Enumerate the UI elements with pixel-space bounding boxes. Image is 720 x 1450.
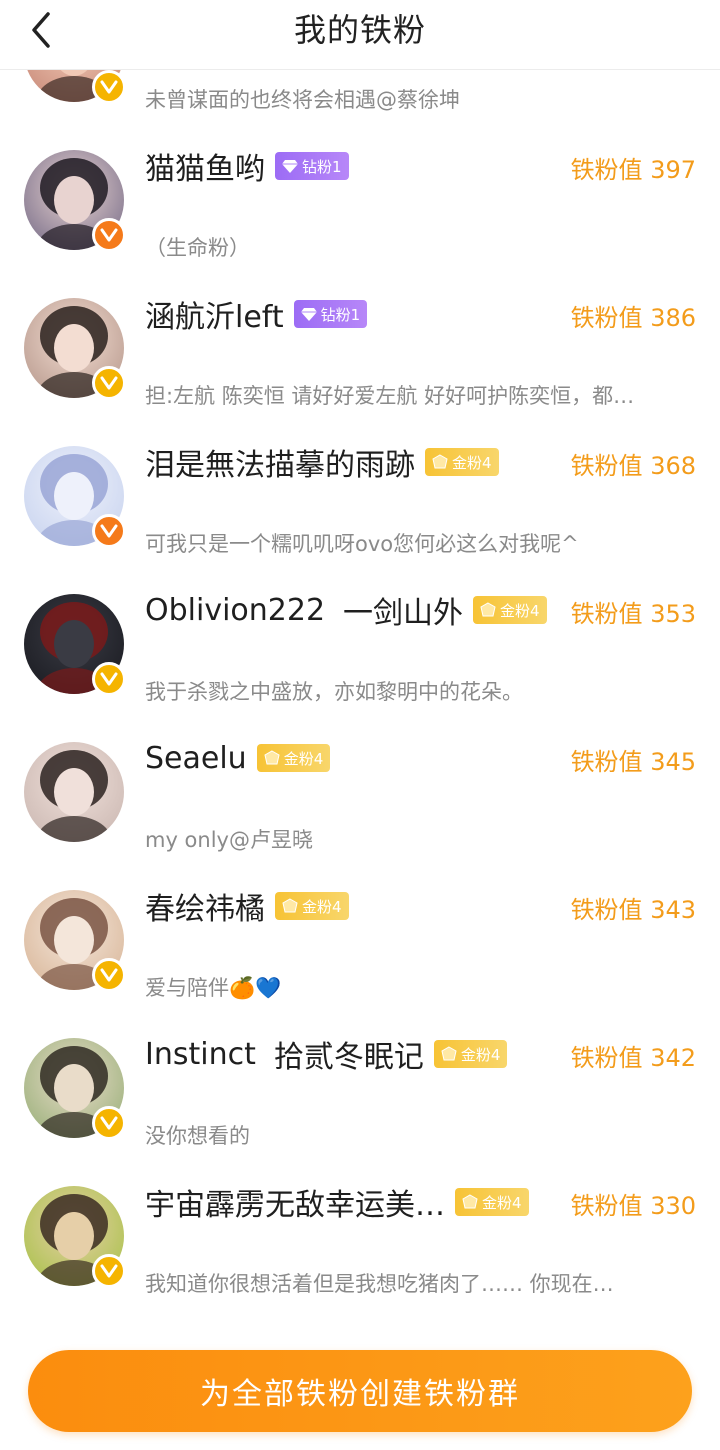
verified-badge (92, 662, 126, 696)
fan-level-label: 钻粉1 (302, 157, 342, 176)
name-line: Seaelu 金粉4 (145, 736, 331, 780)
fan-level-label: 金粉4 (302, 897, 342, 916)
page-title: 我的铁粉 (293, 10, 426, 49)
fan-signature: （生命粉） (145, 236, 250, 260)
crown-gem-icon (282, 898, 298, 913)
avatar[interactable] (24, 1186, 126, 1288)
fan-score: 铁粉值 342 (570, 1044, 696, 1072)
name-line: 涵航沂left 钻粉1 (145, 292, 368, 336)
crown-gem-icon (480, 602, 496, 617)
avatar[interactable] (24, 594, 126, 696)
header-bar: 我的铁粉 (0, 0, 720, 70)
fan-score: 铁粉值 368 (570, 452, 696, 480)
name-line: Oblivion222 一剑山外 金粉4 (145, 588, 547, 632)
fan-score: 铁粉值 330 (570, 1192, 696, 1220)
fan-name[interactable]: Oblivion222 (145, 593, 325, 628)
fan-name-secondary: 拾贰冬眠记 (273, 1040, 424, 1075)
fan-signature: 没你想看的 (145, 1124, 250, 1148)
create-fan-group-button[interactable]: 为全部铁粉创建铁粉群 (28, 1350, 692, 1432)
fan-level-label: 钻粉1 (320, 305, 361, 324)
fan-row[interactable]: 宇宙霹雳无敌幸运美… 金粉4 铁粉值 330 我知道你很想活着但是我想吃猪肉了…… (0, 1170, 720, 1318)
verified-badge (92, 1106, 126, 1140)
fan-score: 铁粉值 345 (570, 748, 696, 776)
fan-row[interactable]: Seaelu 金粉4 铁粉值 345 my only@卢昱晓 (0, 726, 720, 874)
verified-badge (92, 1254, 126, 1288)
verified-badge (92, 958, 126, 992)
verified-badge (92, 70, 126, 104)
diamond-icon (300, 308, 317, 321)
v-check-icon (100, 228, 118, 242)
fan-score: 铁粉值 353 (570, 600, 696, 628)
fan-level-tag: 金粉4 (473, 596, 547, 624)
fan-level-label: 金粉4 (482, 1193, 522, 1212)
fan-row[interactable]: Oblivion222 一剑山外 金粉4 铁粉值 353 我于杀戮之中盛放，亦如… (0, 578, 720, 726)
v-check-icon (100, 1116, 118, 1130)
fan-row[interactable]: Instinct 拾贰冬眠记 金粉4 铁粉值 342 没你想看的 (0, 1022, 720, 1170)
name-line: 宇宙霹雳无敌幸运美… 金粉4 (145, 1180, 529, 1224)
v-check-icon (100, 672, 118, 686)
avatar[interactable] (24, 446, 126, 548)
fan-level-tag: 金粉4 (275, 892, 349, 920)
avatar[interactable] (24, 150, 126, 252)
crown-gem-icon (432, 454, 448, 469)
crown-gem-icon (462, 1194, 478, 1209)
v-check-icon (100, 968, 118, 982)
fan-level-tag: 金粉4 (433, 1040, 508, 1068)
verified-badge (92, 366, 126, 400)
crown-gem-icon (264, 750, 280, 765)
fan-level-tag: 金粉4 (425, 448, 499, 476)
verified-badge (92, 514, 126, 548)
fan-name[interactable]: Instinct (145, 1037, 256, 1072)
fan-signature: 我于杀戮之中盛放，亦如黎明中的花朵。 (145, 680, 523, 704)
name-line: 泪是無法描摹的雨跡 金粉4 (145, 440, 499, 484)
fan-name[interactable]: 涵航沂left (145, 292, 284, 336)
fan-name[interactable]: 春绘祎橘 (145, 884, 265, 928)
name-line: Instinct 拾贰冬眠记 金粉4 (145, 1032, 508, 1076)
v-check-icon (100, 524, 118, 538)
fan-signature: 爱与陪伴🍊💙 (145, 976, 282, 1000)
fan-level-tag: 金粉4 (256, 744, 331, 772)
fan-name-secondary: 一剑山外 (343, 596, 464, 631)
fan-score: 铁粉值 386 (570, 304, 696, 332)
diamond-icon (282, 160, 298, 173)
fan-signature: 担:左航 陈奕恒 请好好爱左航 好好呵护陈奕恒，都… (145, 384, 635, 408)
back-button[interactable] (22, 8, 62, 48)
v-check-icon (100, 1264, 118, 1278)
fan-signature: 可我只是一个糯叽叽呀ovo您何必这么对我呢^ (145, 532, 579, 556)
v-check-icon (100, 80, 118, 94)
fan-level-label: 金粉4 (452, 453, 492, 472)
crown-gem-icon (441, 1046, 457, 1061)
fan-level-label: 金粉4 (283, 749, 324, 768)
fan-score: 铁粉值 397 (570, 156, 696, 184)
avatar[interactable] (24, 298, 126, 400)
fan-level-tag: 钻粉1 (275, 152, 349, 180)
avatar[interactable] (24, 890, 126, 992)
fan-name[interactable]: 泪是無法描摹的雨跡 (145, 440, 415, 484)
fan-name[interactable]: 猫猫鱼哟 (145, 144, 265, 188)
fan-level-label: 金粉4 (460, 1045, 501, 1064)
avatar-frame (24, 742, 124, 842)
chevron-left-icon (32, 12, 50, 48)
name-line: 春绘祎橘 金粉4 (145, 884, 349, 928)
fan-row[interactable]: 涵航沂left 钻粉1 铁粉值 386 担:左航 陈奕恒 请好好爱左航 好好呵护… (0, 282, 720, 430)
avatar[interactable] (24, 1038, 126, 1140)
fan-level-tag: 钻粉1 (293, 300, 368, 328)
fan-name[interactable]: Seaelu (145, 741, 247, 776)
fan-signature: 未曾谋面的也终将会相遇@蔡徐坤 (145, 88, 460, 112)
fan-level-label: 金粉4 (500, 601, 540, 620)
v-check-icon (100, 376, 118, 390)
fan-name[interactable]: 宇宙霹雳无敌幸运美… (145, 1180, 445, 1224)
fan-row[interactable]: 春绘祎橘 金粉4 铁粉值 343 爱与陪伴🍊💙 (0, 874, 720, 1022)
fan-score: 铁粉值 343 (570, 896, 696, 924)
fan-level-tag: 金粉4 (455, 1188, 529, 1216)
avatar-image (24, 742, 124, 842)
name-line: 猫猫鱼哟 钻粉1 (145, 144, 349, 188)
verified-badge (92, 218, 126, 252)
avatar[interactable] (24, 742, 124, 842)
fan-row[interactable]: 猫猫鱼哟 钻粉1 铁粉值 397 （生命粉） (0, 134, 720, 282)
fan-signature: my only@卢昱晓 (145, 828, 313, 852)
fan-list: 一口吃掉小困 钻粉1 铁粉值 399 未曾谋面的也终将会相遇@蔡徐坤 猫猫鱼哟 … (0, 0, 720, 1450)
fan-signature: 我知道你很想活着但是我想吃猪肉了…… 你现在… (145, 1272, 614, 1296)
fan-row[interactable]: 泪是無法描摹的雨跡 金粉4 铁粉值 368 可我只是一个糯叽叽呀ovo您何必这么… (0, 430, 720, 578)
